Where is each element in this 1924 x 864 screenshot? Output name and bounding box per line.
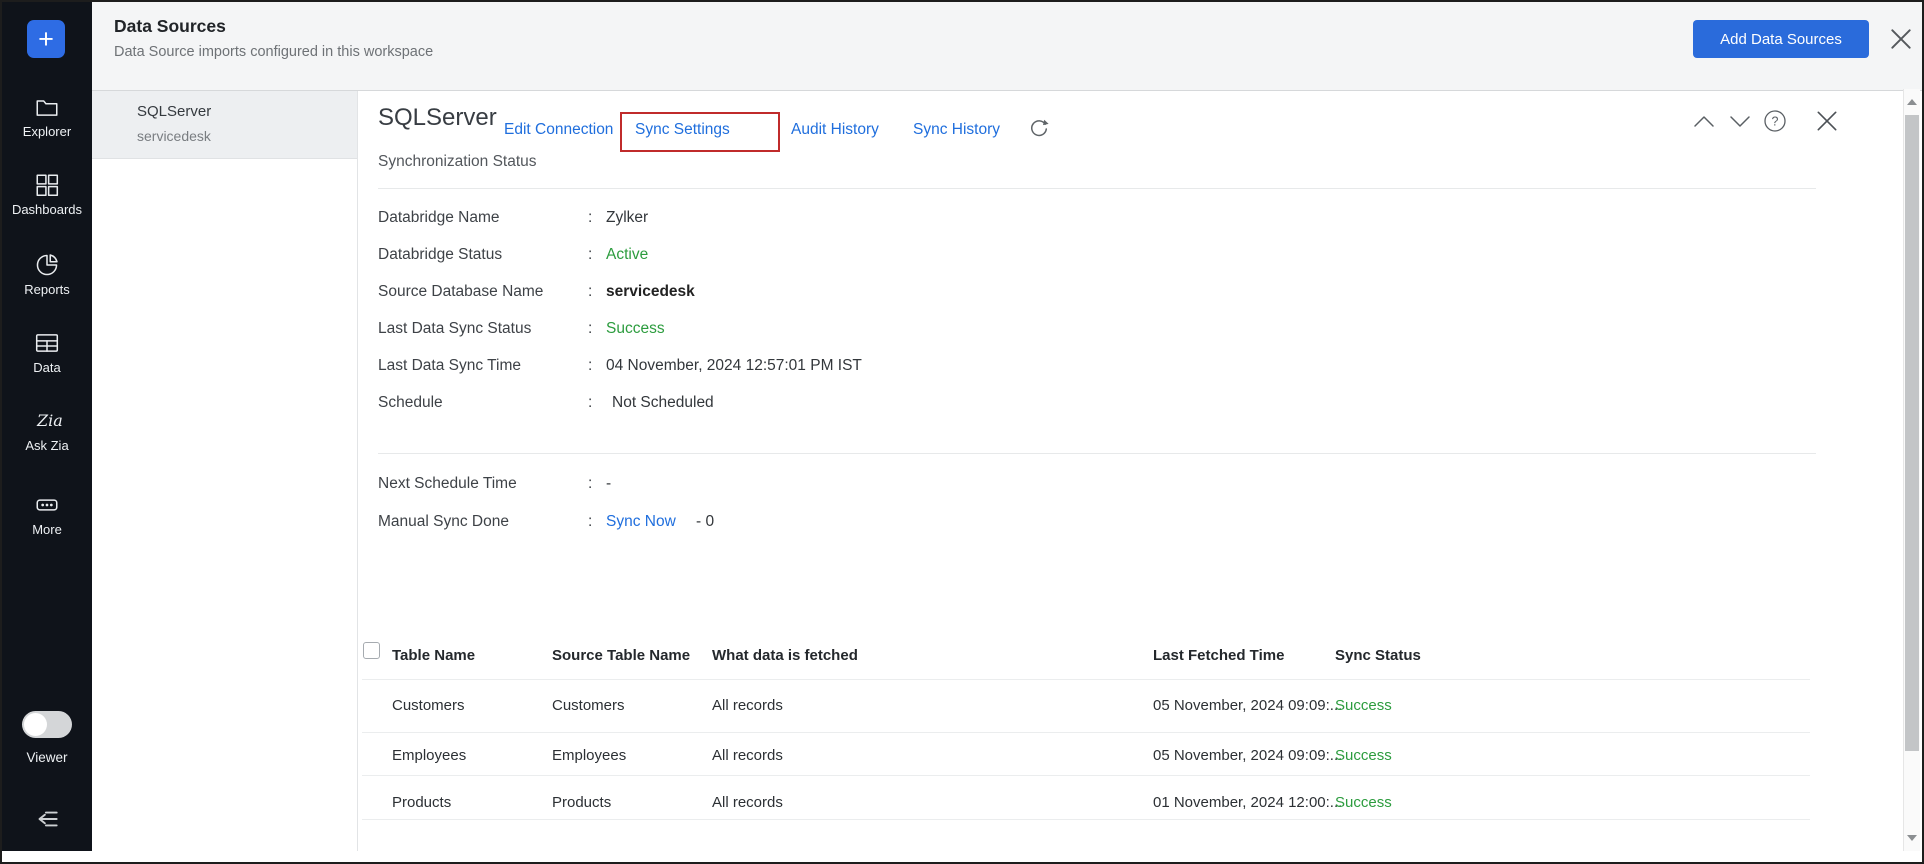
- scroll-up-arrow[interactable]: [1907, 99, 1917, 105]
- app-window: + Explorer Dashboards R: [0, 0, 1924, 864]
- sync-count: - 0: [696, 513, 714, 531]
- source-database: servicedesk: [137, 128, 211, 144]
- field-schedule: Schedule Not Scheduled: [378, 394, 1478, 414]
- sidebar-item-reports[interactable]: Reports: [2, 252, 92, 297]
- sync-history-link[interactable]: Sync History: [913, 121, 1000, 139]
- select-all-checkbox[interactable]: [363, 642, 380, 659]
- status-badge: Success: [1335, 794, 1392, 811]
- help-icon[interactable]: ?: [1763, 109, 1787, 138]
- close-icon[interactable]: [1888, 26, 1914, 52]
- svg-text:Zia: Zia: [36, 411, 63, 430]
- sidebar-item-label: Explorer: [23, 124, 71, 139]
- data-source-list: SQLServer servicedesk: [92, 91, 358, 851]
- vertical-scrollbar[interactable]: [1903, 89, 1920, 851]
- zia-icon: Zia: [34, 408, 60, 434]
- create-button[interactable]: +: [27, 20, 65, 58]
- section-title: Synchronization Status: [378, 153, 537, 171]
- edit-connection-link[interactable]: Edit Connection: [504, 121, 613, 139]
- sidebar-item-label: More: [32, 522, 62, 537]
- field-next-schedule-time: Next Schedule Time -: [378, 475, 1478, 495]
- status-badge: Success: [1335, 747, 1392, 764]
- folder-icon: [34, 94, 60, 120]
- sidebar-item-label: Ask Zia: [25, 438, 68, 453]
- viewer-toggle-label: Viewer: [2, 750, 92, 765]
- sidebar-item-explorer[interactable]: Explorer: [2, 94, 92, 139]
- sidebar: + Explorer Dashboards R: [2, 2, 92, 851]
- sidebar-item-more[interactable]: More: [2, 492, 92, 537]
- window-bottom-strip: [2, 851, 1922, 862]
- source-detail-panel: SQLServer Edit Connection Sync Settings …: [358, 91, 1903, 851]
- status-badge: Success: [606, 320, 665, 338]
- status-badge: Success: [1335, 697, 1392, 714]
- viewer-toggle[interactable]: [22, 711, 72, 738]
- field-last-sync-time: Last Data Sync Time 04 November, 2024 12…: [378, 357, 1478, 377]
- sidebar-item-ask-zia[interactable]: Zia Ask Zia: [2, 408, 92, 453]
- grid-icon: [34, 172, 60, 198]
- pie-chart-icon: [34, 252, 60, 278]
- divider: [378, 453, 1816, 454]
- source-name: SQLServer: [137, 103, 211, 120]
- sidebar-item-dashboards[interactable]: Dashboards: [2, 172, 92, 217]
- col-header-last-fetched: Last Fetched Time: [1153, 647, 1284, 664]
- col-header-table-name: Table Name: [392, 647, 475, 664]
- divider: [378, 188, 1816, 189]
- source-list-item-sqlserver[interactable]: SQLServer servicedesk: [92, 91, 357, 159]
- divider: [362, 819, 1810, 820]
- page-header: Data Sources Data Source imports configu…: [92, 2, 1922, 91]
- next-source-icon[interactable]: [1728, 113, 1752, 134]
- page-subtitle: Data Source imports configured in this w…: [114, 44, 433, 60]
- sidebar-item-label: Reports: [24, 282, 70, 297]
- sidebar-item-data[interactable]: Data: [2, 330, 92, 375]
- detail-title: SQLServer: [378, 104, 497, 132]
- field-databridge-name: Databridge Name Zylker: [378, 209, 1478, 229]
- field-databridge-status: Databridge Status Active: [378, 246, 1478, 266]
- refresh-icon[interactable]: [1028, 118, 1050, 140]
- field-last-sync-status: Last Data Sync Status Success: [378, 320, 1478, 340]
- collapse-sidebar-icon[interactable]: [32, 806, 62, 832]
- table-icon: [34, 330, 60, 356]
- svg-text:?: ?: [1772, 115, 1779, 129]
- col-header-sync-status: Sync Status: [1335, 647, 1421, 664]
- page-title: Data Sources: [114, 16, 226, 37]
- toggle-knob: [24, 713, 47, 736]
- previous-source-icon[interactable]: [1692, 113, 1716, 134]
- scrollbar-thumb[interactable]: [1905, 115, 1919, 751]
- close-detail-icon[interactable]: [1814, 108, 1840, 139]
- sync-settings-link[interactable]: Sync Settings: [635, 121, 730, 139]
- field-manual-sync-done: Manual Sync Done Sync Now - 0: [378, 513, 1478, 533]
- col-header-source-table-name: Source Table Name: [552, 647, 690, 664]
- audit-history-link[interactable]: Audit History: [791, 121, 879, 139]
- sidebar-item-label: Dashboards: [12, 202, 82, 217]
- divider: [362, 775, 1810, 776]
- add-data-sources-button[interactable]: Add Data Sources: [1693, 20, 1869, 58]
- sync-now-link[interactable]: Sync Now: [606, 513, 676, 531]
- divider: [362, 732, 1810, 733]
- scroll-down-arrow[interactable]: [1907, 835, 1917, 841]
- ellipsis-icon: [34, 492, 60, 518]
- divider: [362, 679, 1810, 680]
- sidebar-item-label: Data: [33, 360, 60, 375]
- status-badge: Active: [606, 246, 648, 264]
- field-source-database-name: Source Database Name servicedesk: [378, 283, 1478, 303]
- col-header-what-data: What data is fetched: [712, 647, 858, 664]
